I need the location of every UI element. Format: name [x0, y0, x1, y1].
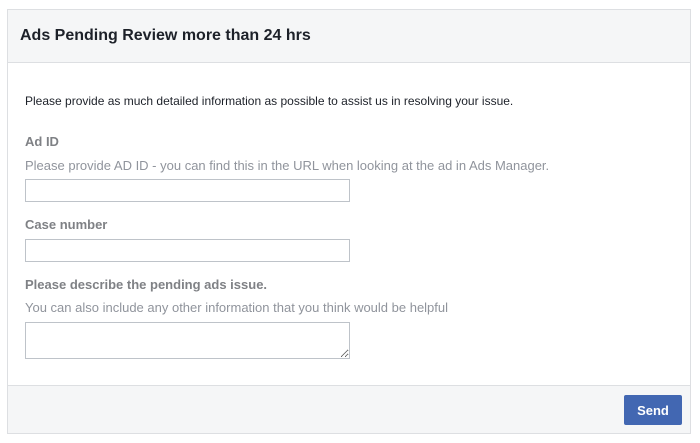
- case-number-input[interactable]: [25, 239, 350, 262]
- ad-id-input[interactable]: [25, 179, 350, 202]
- intro-text: Please provide as much detailed informat…: [25, 94, 514, 108]
- ad-id-help-text: Please provide AD ID - you can find this…: [25, 158, 550, 173]
- issue-description-textarea[interactable]: [25, 322, 350, 359]
- case-number-label: Case number: [25, 217, 108, 232]
- dialog-title: Ads Pending Review more than 24 hrs: [20, 27, 311, 44]
- issue-description-label: Please describe the pending ads issue.: [25, 277, 268, 292]
- dialog-footer: Send: [8, 385, 690, 433]
- dialog-header: Ads Pending Review more than 24 hrs: [8, 10, 690, 63]
- send-button[interactable]: Send: [624, 395, 682, 425]
- ad-id-label: Ad ID: [25, 134, 59, 149]
- issue-description-help-text: You can also include any other informati…: [25, 300, 449, 315]
- dialog-body: Please provide as much detailed informat…: [8, 63, 690, 387]
- support-dialog: Ads Pending Review more than 24 hrs Plea…: [7, 9, 691, 434]
